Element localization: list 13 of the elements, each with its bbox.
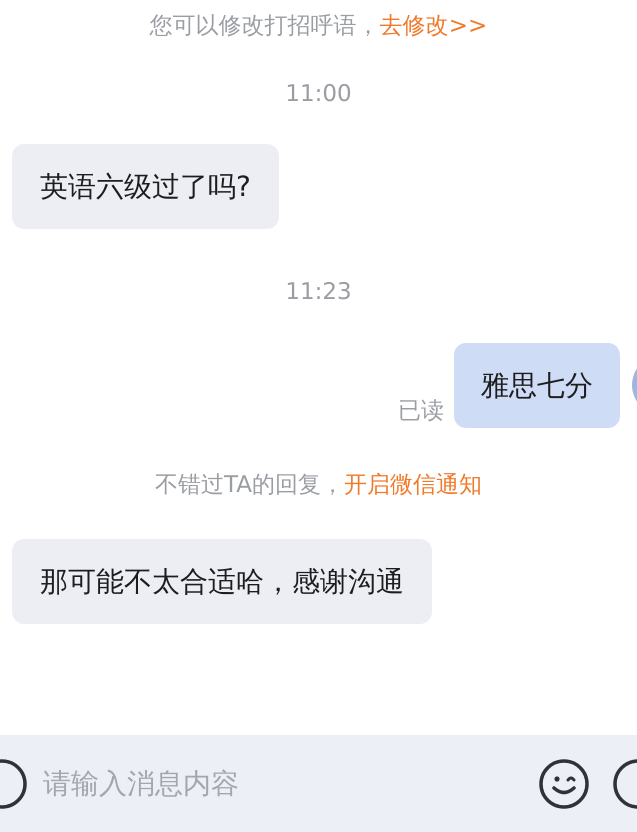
notice-link[interactable]: 开启微信通知	[344, 472, 482, 500]
message-input-bar[interactable]: 请输入消息内容	[0, 735, 637, 832]
notice-text: 您可以修改打招呼语，	[150, 13, 380, 41]
message-input[interactable]: 请输入消息内容	[43, 762, 538, 804]
timestamp: 11:23	[285, 279, 352, 307]
timestamp: 11:00	[285, 80, 352, 108]
smiley-icon[interactable]	[538, 758, 590, 810]
message-bubble: 英语六级过了吗?	[12, 144, 279, 230]
read-status: 已读	[398, 398, 444, 426]
notice-text: 不错过TA的回复，	[155, 472, 344, 500]
notice-link[interactable]: 去修改>>	[380, 13, 488, 41]
message-bubble: 那可能不太合适哈，感谢沟通	[12, 539, 432, 624]
message-bubble: 雅思七分	[454, 342, 620, 428]
